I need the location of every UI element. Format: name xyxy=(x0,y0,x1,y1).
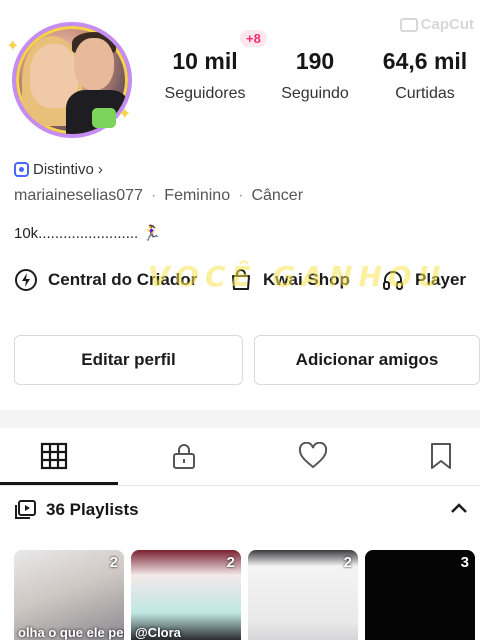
overlay-text: VOCÊ GANHOU xyxy=(148,260,447,293)
playlist-thumbnail[interactable]: 2 @Clora xyxy=(131,550,241,640)
playlists-label: 36 Playlists xyxy=(46,500,139,519)
separator: · xyxy=(238,187,244,204)
playlist-count: 2 xyxy=(226,554,235,571)
following-label: Seguindo xyxy=(281,85,349,102)
tab-private[interactable] xyxy=(134,428,234,484)
heart-icon xyxy=(298,442,328,469)
badge-icon xyxy=(14,162,29,177)
playlist-caption: olha o que ele perdeu xyxy=(18,625,124,640)
capcut-watermark: CapCut xyxy=(399,16,474,33)
followers-count: 10 mil xyxy=(172,48,238,74)
separator: · xyxy=(150,187,157,204)
grid-icon xyxy=(40,442,68,470)
lock-icon xyxy=(173,444,195,469)
bio: 10k........................ 🏃‍♀️ xyxy=(14,225,162,242)
playlist-thumbnail[interactable]: 2 xyxy=(248,550,358,640)
playlist-thumbnail[interactable]: 3 xyxy=(365,550,475,640)
profile-info: mariaineselias077 · Feminino · Câncer xyxy=(14,187,303,205)
username: mariaineselias077 xyxy=(14,187,143,204)
camera-sticker-icon xyxy=(92,108,116,128)
active-tab-indicator xyxy=(0,482,118,485)
playlists-header[interactable]: 36 Playlists xyxy=(14,500,480,520)
followers-label: Seguidores xyxy=(164,85,246,102)
tab-grid[interactable] xyxy=(4,428,104,484)
zodiac-sign: Câncer xyxy=(251,187,304,204)
sparkle-icon: ✦ xyxy=(118,106,132,123)
playlist-icon xyxy=(15,500,36,519)
sparkle-icon: ✦ xyxy=(6,38,20,55)
likes-stat[interactable]: 64,6 mil Curtidas xyxy=(370,48,480,103)
following-count: 190 xyxy=(295,48,335,74)
capcut-logo-icon xyxy=(399,17,418,32)
badge-link[interactable]: Distintivo › xyxy=(14,161,103,178)
section-divider xyxy=(0,410,480,428)
profile-stats: 10 mil Seguidores 190 Seguindo 64,6 mil … xyxy=(150,48,480,103)
chevron-up-icon[interactable] xyxy=(450,502,468,514)
playlist-count: 3 xyxy=(460,554,469,571)
gender: Feminino xyxy=(164,187,231,204)
following-stat[interactable]: 190 Seguindo xyxy=(260,48,370,103)
notification-badge[interactable]: +8 xyxy=(240,30,267,47)
add-friends-button[interactable]: Adicionar amigos xyxy=(254,335,480,385)
edit-profile-button[interactable]: Editar perfil xyxy=(14,335,243,385)
badge-label: Distintivo xyxy=(33,161,94,178)
followers-stat[interactable]: 10 mil Seguidores xyxy=(150,48,260,103)
playlist-thumbnail[interactable]: 2 olha o que ele perdeu xyxy=(14,550,124,640)
content-tabs xyxy=(0,428,480,486)
likes-label: Curtidas xyxy=(395,85,455,102)
bolt-circle-icon xyxy=(15,269,37,291)
playlist-count: 2 xyxy=(343,554,352,571)
playlist-count: 2 xyxy=(109,554,118,571)
tab-likes[interactable] xyxy=(263,428,363,484)
chevron-right-icon: › xyxy=(97,161,103,178)
watermark-text: CapCut xyxy=(420,16,474,33)
playlist-caption: @Clora xyxy=(135,625,181,640)
likes-count: 64,6 mil xyxy=(382,48,468,74)
tab-saved[interactable] xyxy=(391,428,480,484)
bookmark-icon xyxy=(431,443,451,469)
